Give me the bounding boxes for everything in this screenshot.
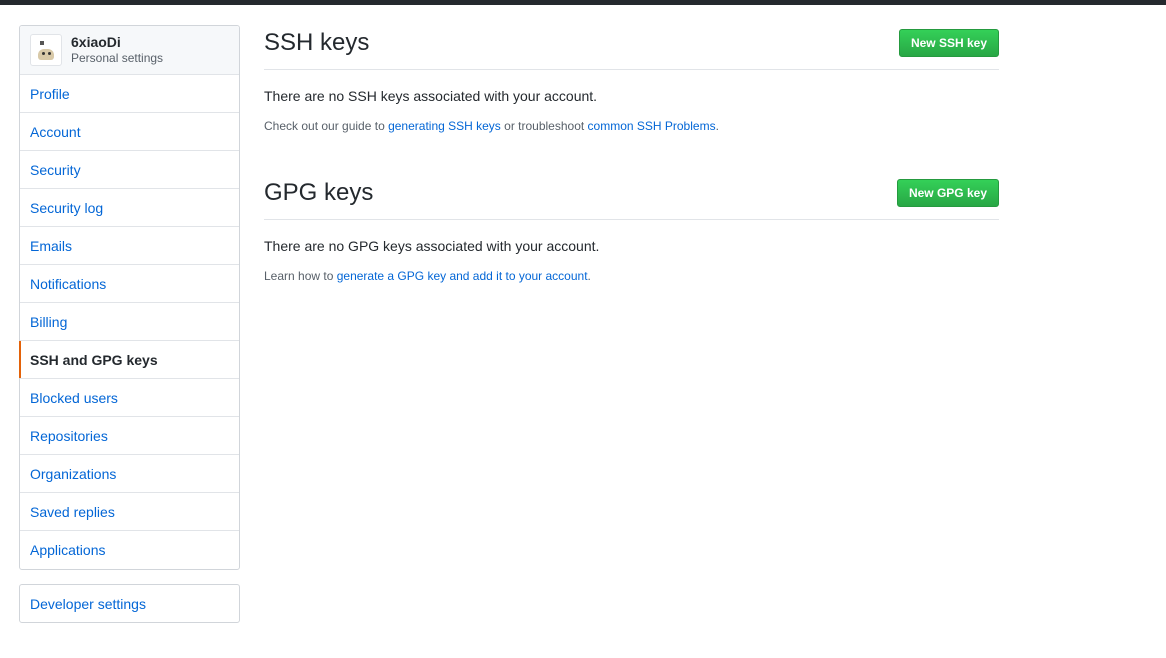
- ssh-keys-title: SSH keys: [264, 29, 370, 56]
- gpg-note-suffix: .: [587, 269, 591, 283]
- ssh-keys-section: SSH keys New SSH key There are no SSH ke…: [264, 27, 999, 134]
- settings-menu: 6xiaoDi Personal settings Profile Accoun…: [19, 25, 240, 570]
- gpg-keys-header: GPG keys New GPG key: [264, 177, 999, 220]
- sidebar-item-developer-settings[interactable]: Developer settings: [19, 584, 240, 623]
- sidebar-item-applications[interactable]: Applications: [20, 531, 239, 569]
- user-name[interactable]: 6xiaoDi: [71, 34, 163, 50]
- common-ssh-problems-link[interactable]: common SSH Problems: [588, 119, 716, 133]
- sidebar-item-saved-replies[interactable]: Saved replies: [20, 493, 239, 531]
- gpg-blank-message: There are no GPG keys associated with yo…: [264, 238, 600, 254]
- ssh-note-middle: or troubleshoot: [500, 119, 588, 133]
- user-avatar-icon[interactable]: [30, 34, 62, 66]
- user-info: 6xiaoDi Personal settings: [71, 34, 163, 66]
- sidebar-item-profile[interactable]: Profile: [20, 75, 239, 113]
- gpg-keys-section: GPG keys New GPG key There are no GPG ke…: [264, 177, 999, 284]
- gpg-keys-title: GPG keys: [264, 179, 374, 206]
- sidebar-item-billing[interactable]: Billing: [20, 303, 239, 341]
- ssh-note-prefix: Check out our guide to: [264, 119, 389, 133]
- ssh-note-suffix: .: [715, 119, 719, 133]
- ssh-blank-message: There are no SSH keys associated with yo…: [264, 88, 598, 104]
- sidebar-item-ssh-gpg-keys[interactable]: SSH and GPG keys: [19, 341, 239, 379]
- sidebar-item-security[interactable]: Security: [20, 151, 239, 189]
- gpg-note-prefix: Learn how to: [264, 269, 337, 283]
- sidebar-item-emails[interactable]: Emails: [20, 227, 239, 265]
- ssh-help-note: Check out our guide to generating SSH ke…: [264, 118, 999, 134]
- sidebar-item-account[interactable]: Account: [20, 113, 239, 151]
- user-subtitle: Personal settings: [71, 51, 164, 65]
- generate-gpg-key-link[interactable]: generate a GPG key and add it to your ac…: [337, 269, 588, 283]
- new-gpg-key-button[interactable]: New GPG key: [896, 179, 999, 207]
- ssh-keys-header: SSH keys New SSH key: [264, 27, 999, 70]
- sidebar-item-blocked-users[interactable]: Blocked users: [20, 379, 239, 417]
- sidebar-item-repositories[interactable]: Repositories: [20, 417, 239, 455]
- generating-ssh-keys-link[interactable]: generating SSH keys: [388, 119, 501, 133]
- sidebar-item-organizations[interactable]: Organizations: [20, 455, 239, 493]
- sidebar-item-security-log[interactable]: Security log: [20, 189, 239, 227]
- sidebar-item-notifications[interactable]: Notifications: [20, 265, 239, 303]
- menu-header: 6xiaoDi Personal settings: [20, 26, 239, 75]
- top-bar: [0, 0, 1166, 5]
- new-ssh-key-button[interactable]: New SSH key: [898, 29, 999, 57]
- gpg-help-note: Learn how to generate a GPG key and add …: [264, 268, 999, 284]
